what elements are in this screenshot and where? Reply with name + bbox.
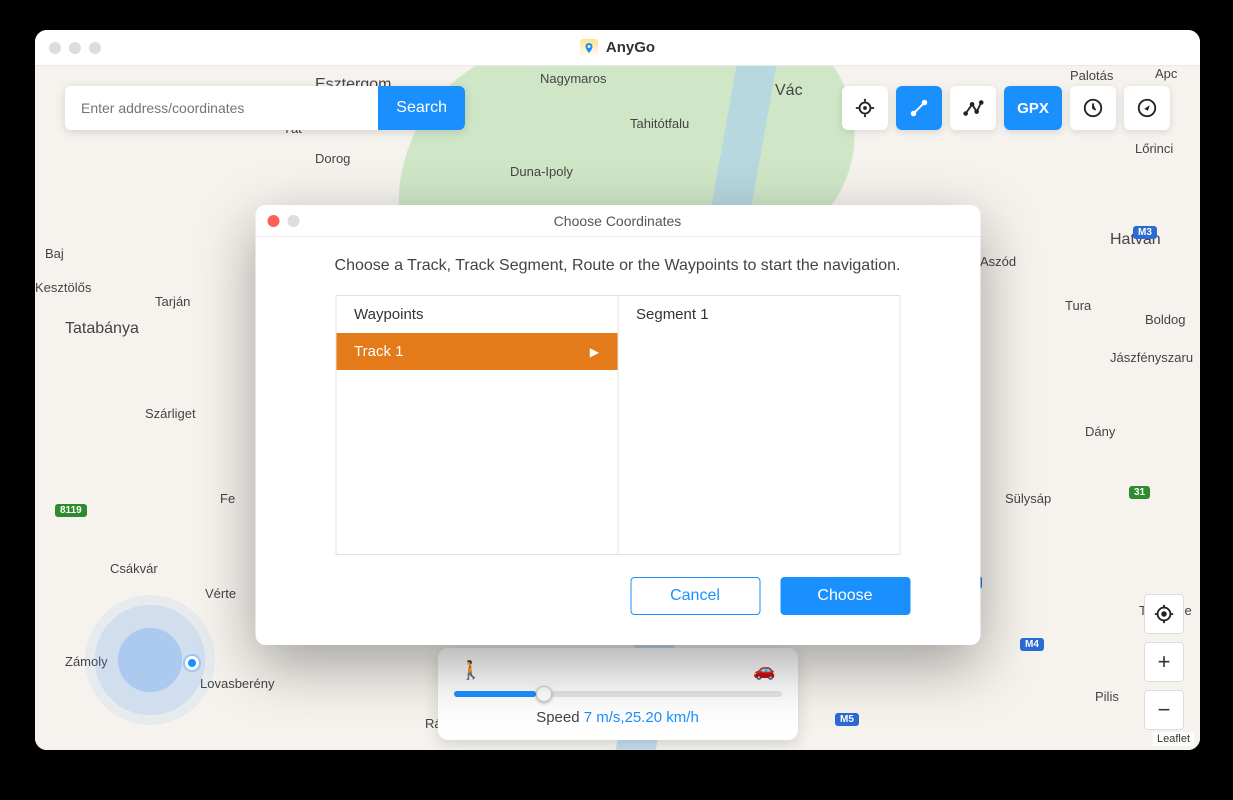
- list-item[interactable]: Track 1 ▶: [336, 333, 617, 370]
- dialog-close-icon[interactable]: [267, 215, 279, 227]
- app-logo-icon: [580, 39, 598, 57]
- road-badge: M5: [835, 713, 859, 726]
- dialog-titlebar: Choose Coordinates: [255, 205, 980, 237]
- chevron-right-icon: ▶: [590, 345, 599, 359]
- dialog-minimize-icon: [287, 215, 299, 227]
- current-location-dot-icon: [185, 656, 199, 670]
- multi-spot-mode-button[interactable]: [950, 86, 996, 130]
- zoom-out-button[interactable]: −: [1144, 690, 1184, 730]
- map-place-label: Szárliget: [145, 406, 196, 421]
- app-title: AnyGo: [606, 39, 655, 56]
- two-spot-mode-button[interactable]: [896, 86, 942, 130]
- maximize-window-icon[interactable]: [89, 42, 101, 54]
- dialog-title: Choose Coordinates: [255, 213, 980, 229]
- choose-coordinates-dialog: Choose Coordinates Choose a Track, Track…: [255, 205, 980, 645]
- choose-button[interactable]: Choose: [780, 577, 910, 615]
- speed-value: 7 m/s,25.20 km/h: [584, 709, 699, 726]
- road-badge: M3: [1133, 226, 1157, 239]
- zigzag-points-icon: [962, 97, 984, 119]
- minimize-window-icon[interactable]: [69, 42, 81, 54]
- map-place-label: Nagymaros: [540, 71, 606, 86]
- compass-button[interactable]: [1124, 86, 1170, 130]
- speed-slider-thumb[interactable]: [536, 686, 552, 702]
- map-attribution: Leaflet: [1153, 732, 1194, 746]
- map-place-label: Pilis: [1095, 689, 1119, 704]
- map-place-label: Csákvár: [110, 561, 158, 576]
- history-button[interactable]: [1070, 86, 1116, 130]
- speed-panel: 🚶 🚗 Speed 7 m/s,25.20 km/h: [438, 648, 798, 740]
- map-place-label: Baj: [45, 246, 64, 261]
- road-badge: M4: [1020, 638, 1044, 651]
- gpx-button[interactable]: GPX: [1004, 86, 1062, 130]
- map-place-label: Duna-Ipoly: [510, 164, 573, 179]
- target-icon: [1153, 603, 1175, 625]
- list-item-label: Waypoints: [354, 306, 423, 323]
- map-place-label: Vác: [775, 82, 803, 100]
- map-place-label: Tatabánya: [65, 320, 139, 338]
- speed-label-text: Speed: [536, 709, 584, 726]
- map-place-label: Vérte: [205, 586, 236, 601]
- cancel-button[interactable]: Cancel: [630, 577, 760, 615]
- zoom-in-button[interactable]: +: [1144, 642, 1184, 682]
- window-controls[interactable]: [49, 42, 101, 54]
- list-item[interactable]: Waypoints: [336, 296, 617, 333]
- map-place-label: Lőrinci: [1135, 141, 1173, 156]
- map-place-label: Tarján: [155, 294, 190, 309]
- close-window-icon[interactable]: [49, 42, 61, 54]
- dialog-instruction: Choose a Track, Track Segment, Route or …: [285, 257, 950, 275]
- map-place-label: Kesztölős: [35, 280, 91, 295]
- search-input[interactable]: [65, 86, 378, 130]
- list-item-label: Track 1: [354, 343, 403, 360]
- map-place-label: Tahitótfalu: [630, 116, 689, 131]
- right-column: Segment 1: [617, 296, 899, 554]
- search-button[interactable]: Search: [378, 86, 465, 130]
- map-place-label: Boldog: [1145, 312, 1185, 327]
- list-item[interactable]: Segment 1: [618, 296, 899, 333]
- speed-slider-fill: [454, 691, 536, 697]
- list-item-label: Segment 1: [636, 306, 709, 323]
- car-icon[interactable]: 🚗: [753, 660, 775, 681]
- crosshair-icon: [854, 97, 876, 119]
- map-place-label: Dány: [1085, 424, 1115, 439]
- map-place-label: Tura: [1065, 298, 1091, 313]
- titlebar: AnyGo: [35, 30, 1200, 66]
- line-points-icon: [908, 97, 930, 119]
- speed-label: Speed 7 m/s,25.20 km/h: [454, 709, 782, 726]
- map-place-label: Apc: [1155, 66, 1177, 81]
- walk-icon[interactable]: 🚶: [460, 660, 482, 681]
- road-badge: 8119: [55, 504, 87, 517]
- left-column: Waypoints Track 1 ▶: [336, 296, 617, 554]
- map-place-label: Palotás: [1070, 68, 1113, 83]
- map-place-label: Aszód: [980, 254, 1016, 269]
- search-bar: Search: [65, 86, 465, 130]
- app-window: AnyGo EsztergomNagymarosVácPalotásApcTát…: [35, 30, 1200, 750]
- map-place-label: Sülysáp: [1005, 491, 1051, 506]
- speed-slider[interactable]: [454, 691, 782, 697]
- recenter-button[interactable]: [1144, 594, 1184, 634]
- map-place-label: Fe: [220, 491, 235, 506]
- map-place-label: Jászfényszaru: [1110, 350, 1193, 365]
- map-place-label: Dorog: [315, 151, 350, 166]
- map-side-controls: + −: [1144, 594, 1184, 730]
- locate-mode-button[interactable]: [842, 86, 888, 130]
- compass-icon: [1136, 97, 1158, 119]
- clock-icon: [1082, 97, 1104, 119]
- mode-toolbar: GPX: [842, 86, 1170, 130]
- road-badge: 31: [1129, 486, 1150, 499]
